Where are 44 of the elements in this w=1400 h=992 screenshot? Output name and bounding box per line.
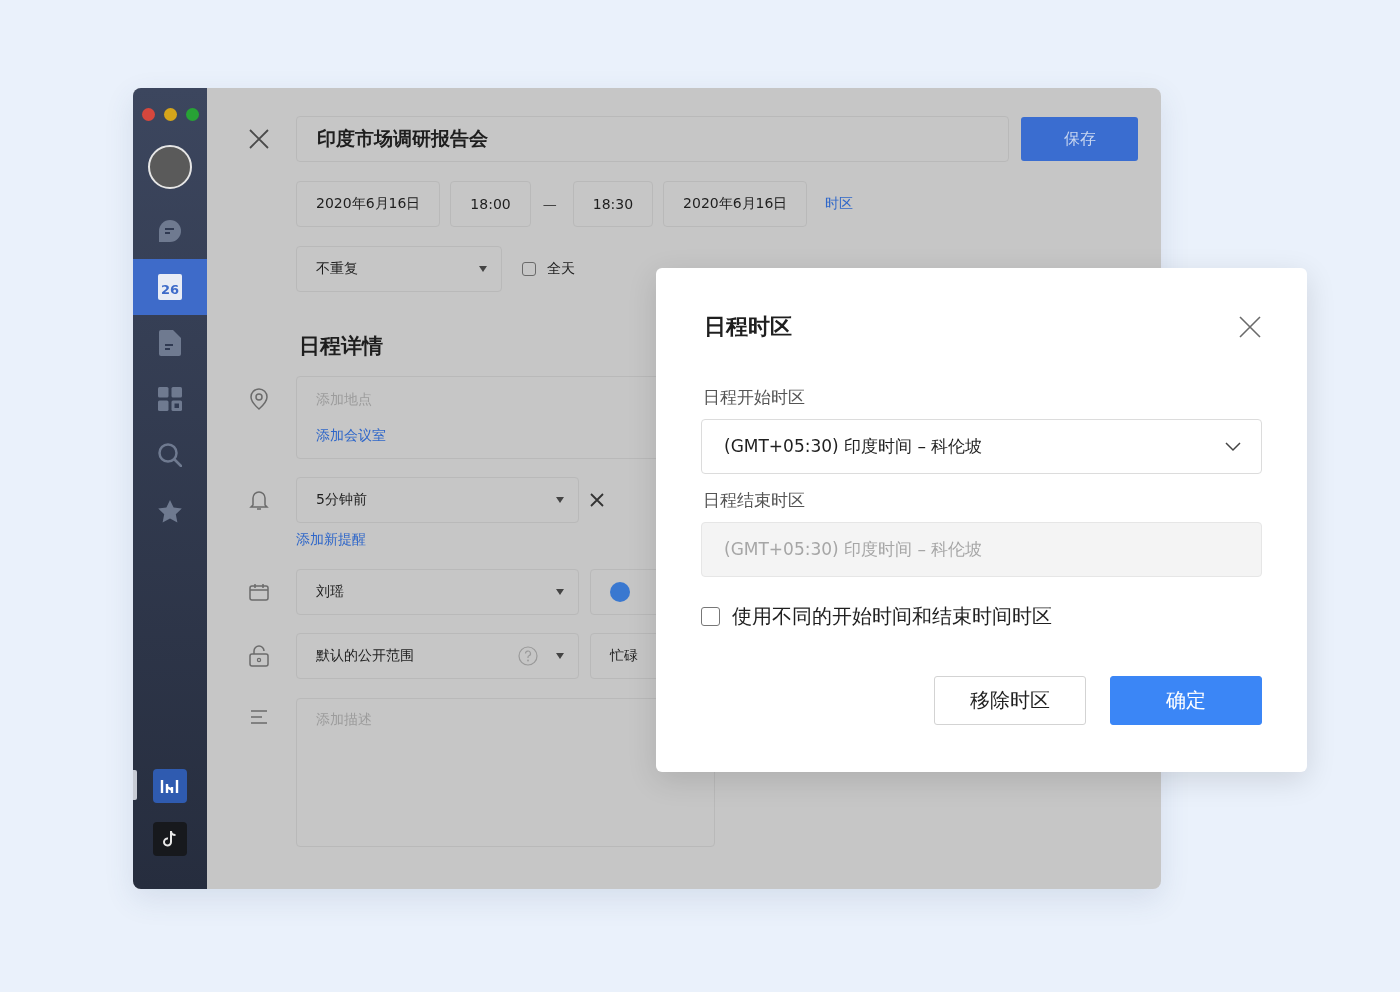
- chart-app-icon[interactable]: [153, 769, 187, 803]
- start-timezone-dropdown[interactable]: (GMT+05:30) 印度时间 – 科伦坡: [701, 419, 1262, 474]
- grid-icon: [158, 387, 182, 411]
- avatar[interactable]: [148, 145, 192, 189]
- repeat-dropdown[interactable]: 不重复: [296, 246, 502, 292]
- sidebar-handle[interactable]: [133, 770, 137, 800]
- description-lines-icon: [249, 710, 268, 724]
- close-icon[interactable]: [247, 128, 270, 150]
- end-time-field[interactable]: 18:30: [572, 181, 654, 227]
- dialog-title: 日程时区: [704, 313, 792, 341]
- all-day-label: 全天: [547, 260, 575, 278]
- zoom-window-button[interactable]: [185, 108, 199, 121]
- lock-icon: [248, 645, 269, 667]
- privacy-dropdown[interactable]: 默认的公开范围: [296, 633, 579, 679]
- calendar-icon: 26: [158, 274, 182, 300]
- location-pin-icon: [248, 388, 269, 410]
- sidebar-item[interactable]: 26: [133, 259, 207, 315]
- help-icon[interactable]: [518, 646, 538, 666]
- chat-icon: [158, 219, 182, 243]
- start-time-field[interactable]: 18:00: [450, 181, 531, 227]
- confirm-button[interactable]: 确定: [1110, 676, 1262, 725]
- bell-icon: [248, 489, 269, 511]
- start-date-field[interactable]: 2020年6月16日: [296, 181, 441, 227]
- time-separator: —: [542, 196, 557, 212]
- calendar-icon: [248, 583, 269, 601]
- different-timezones-label: 使用不同的开始时间和结束时间时区: [732, 603, 1052, 630]
- calendar-dropdown[interactable]: 刘瑶: [296, 569, 579, 615]
- title-field[interactable]: 印度市场调研报告会: [296, 116, 1009, 162]
- remove-timezone-button[interactable]: 移除时区: [934, 676, 1086, 725]
- chevron-down-icon: [1225, 441, 1241, 452]
- close-window-button[interactable]: [141, 108, 155, 121]
- end-timezone-label: 日程结束时区: [702, 489, 806, 512]
- search-icon: [158, 443, 182, 467]
- different-timezones-checkbox[interactable]: [701, 607, 720, 626]
- section-heading: 日程详情: [299, 333, 383, 360]
- close-icon[interactable]: [1239, 316, 1261, 338]
- all-day-checkbox[interactable]: [522, 262, 536, 276]
- minimize-window-button[interactable]: [163, 108, 177, 121]
- remove-reminder-icon[interactable]: [590, 493, 604, 507]
- document-icon: [159, 330, 181, 356]
- star-icon: [157, 498, 183, 524]
- end-date-field[interactable]: 2020年6月16日: [663, 181, 808, 227]
- reminder-dropdown[interactable]: 5分钟前: [296, 477, 579, 523]
- music-note-app-icon[interactable]: [153, 822, 187, 856]
